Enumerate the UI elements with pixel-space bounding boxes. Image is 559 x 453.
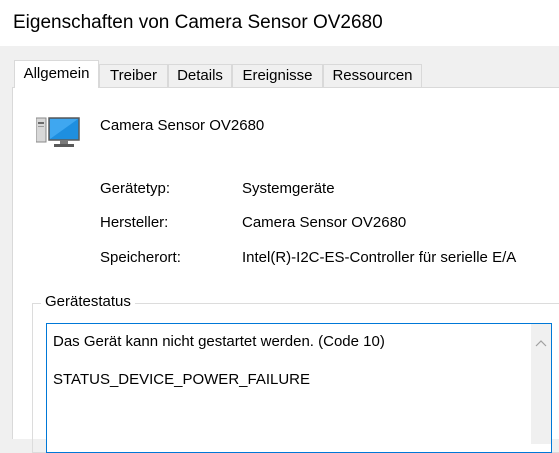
camera-device-icon	[35, 112, 84, 152]
tab-ressourcen[interactable]: Ressourcen	[323, 64, 422, 87]
tab-ereignisse[interactable]: Ereignisse	[232, 64, 323, 87]
property-label-hersteller: Hersteller:	[100, 214, 169, 231]
title-bar[interactable]: Eigenschaften von Camera Sensor OV2680	[0, 0, 559, 46]
property-value-hersteller: Camera Sensor OV2680	[242, 214, 407, 231]
status-message-line: Das Gerät kann nicht gestartet werden. (…	[53, 333, 385, 350]
tab-allgemein[interactable]: Allgemein	[14, 60, 99, 88]
property-label-speicherort: Speicherort:	[100, 249, 181, 266]
device-name: Camera Sensor OV2680	[100, 117, 265, 134]
property-label-geraetetyp: Gerätetyp:	[100, 180, 171, 197]
property-value-geraetetyp: Systemgeräte	[242, 180, 335, 197]
device-status-group-title: Gerätestatus	[41, 293, 135, 310]
tab-treiber[interactable]: Treiber	[99, 64, 168, 87]
status-code-line: STATUS_DEVICE_POWER_FAILURE	[53, 371, 311, 388]
window-title: Eigenschaften von Camera Sensor OV2680	[13, 12, 383, 33]
scroll-up-arrow-icon[interactable]	[535, 334, 547, 347]
tab-details[interactable]: Details	[168, 64, 232, 87]
property-value-speicherort: Intel(R)-I2C-ES-Controller für serielle …	[242, 249, 517, 266]
